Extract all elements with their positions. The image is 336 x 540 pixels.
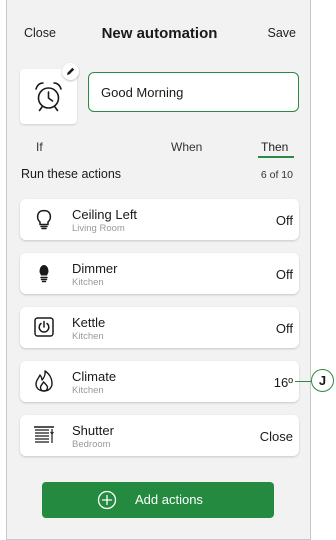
- save-button[interactable]: Save: [268, 26, 297, 40]
- active-tab-indicator: [258, 156, 294, 158]
- tab-if[interactable]: If: [36, 140, 43, 154]
- header: Close New automation Save: [7, 0, 312, 62]
- action-state: 16º: [273, 375, 293, 390]
- page-title: New automation: [101, 25, 218, 42]
- action-room-name: Living Room: [72, 223, 125, 234]
- callout-connector: [295, 381, 311, 382]
- action-state: Close: [259, 429, 293, 444]
- add-actions-label: Add actions: [135, 492, 203, 507]
- action-card-kettle[interactable]: Kettle Kitchen Off: [20, 307, 299, 348]
- action-state: Off: [275, 267, 293, 282]
- automation-screen: Close New automation Save If When Then R…: [6, 0, 311, 540]
- action-card-climate[interactable]: Climate Kitchen 16º: [20, 361, 299, 402]
- bulb-icon: [36, 209, 52, 230]
- pencil-icon: [67, 67, 75, 75]
- edit-icon-button[interactable]: [62, 63, 79, 80]
- automation-name-input[interactable]: [88, 72, 299, 112]
- action-room-name: Kitchen: [72, 331, 104, 342]
- action-room-name: Bedroom: [72, 439, 111, 450]
- action-state: Off: [275, 213, 293, 228]
- action-device-name: Dimmer: [72, 261, 118, 276]
- plus-circle-icon: [97, 490, 117, 510]
- action-card-shutter[interactable]: Shutter Bedroom Close: [20, 415, 299, 456]
- action-device-name: Kettle: [72, 315, 106, 330]
- action-card-ceiling-left[interactable]: Ceiling Left Living Room Off: [20, 199, 299, 240]
- dimmer-bulb-icon: [39, 265, 49, 283]
- section-title: Run these actions: [21, 167, 122, 181]
- action-device-name: Shutter: [72, 423, 114, 438]
- add-actions-button[interactable]: Add actions: [42, 482, 274, 518]
- shutter-icon: [34, 426, 54, 443]
- tab-then[interactable]: Then: [261, 140, 288, 154]
- alarm-clock-icon: [35, 82, 62, 112]
- action-card-dimmer[interactable]: Dimmer Kitchen Off: [20, 253, 299, 294]
- power-icon: [34, 317, 54, 337]
- action-room-name: Kitchen: [72, 385, 104, 396]
- callout-marker: J: [311, 369, 334, 392]
- action-count: 6 of 10: [260, 169, 293, 181]
- tab-when[interactable]: When: [171, 140, 202, 154]
- action-state: Off: [275, 321, 293, 336]
- action-device-name: Ceiling Left: [72, 207, 138, 222]
- action-device-name: Climate: [72, 369, 117, 384]
- action-room-name: Kitchen: [72, 277, 104, 288]
- flame-icon: [35, 370, 53, 392]
